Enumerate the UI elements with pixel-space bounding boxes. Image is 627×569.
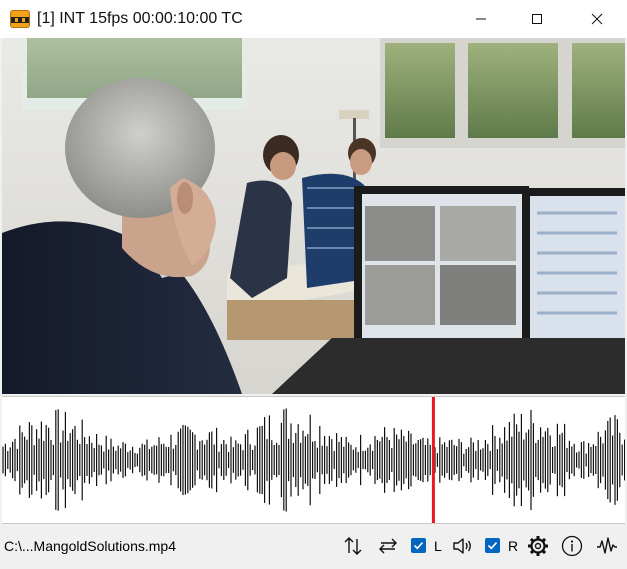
info-icon[interactable]: [561, 535, 583, 557]
right-channel-label: R: [508, 538, 519, 554]
video-image: [2, 38, 625, 394]
left-channel-label: L: [434, 538, 442, 554]
minimize-button[interactable]: [452, 0, 510, 38]
minimize-icon: [476, 18, 486, 20]
horizontal-arrows-icon[interactable]: [377, 535, 399, 557]
close-icon: [591, 13, 603, 25]
playhead[interactable]: [431, 397, 435, 523]
checkmark-icon: [413, 542, 424, 550]
status-bar: C:\...MangoldSolutions.mp4 L R: [0, 528, 627, 564]
player-window: [1] INT 15fps 00:00:10:00 TC C:\...Mango…: [0, 0, 627, 569]
waveform-display: [2, 397, 625, 523]
file-path: C:\...MangoldSolutions.mp4: [4, 538, 176, 554]
close-button[interactable]: [568, 0, 626, 38]
left-channel-checkbox[interactable]: [411, 538, 426, 553]
title-bar[interactable]: [1] INT 15fps 00:00:10:00 TC: [0, 0, 627, 38]
app-logo-icon[interactable]: [10, 10, 30, 28]
audio-waveform[interactable]: [2, 396, 625, 524]
window-title: [1] INT 15fps 00:00:10:00 TC: [37, 10, 243, 27]
video-frame[interactable]: [2, 38, 625, 394]
checkmark-icon: [487, 542, 498, 550]
gear-icon[interactable]: [527, 535, 549, 557]
speaker-icon[interactable]: [451, 535, 473, 557]
waveform-icon[interactable]: [596, 535, 618, 557]
vertical-arrows-icon[interactable]: [342, 535, 364, 557]
right-channel-checkbox[interactable]: [485, 538, 500, 553]
maximize-button[interactable]: [508, 0, 566, 38]
maximize-icon: [532, 14, 542, 24]
